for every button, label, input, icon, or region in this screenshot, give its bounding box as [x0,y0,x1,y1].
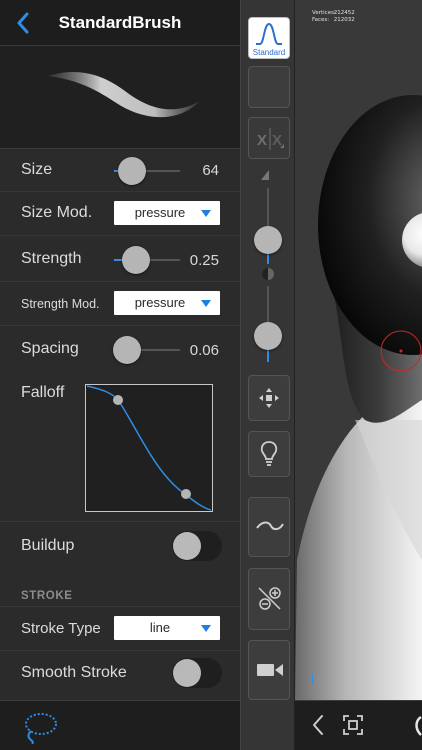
frame-focus-icon[interactable] [343,715,363,735]
strength-label: Strength [21,250,82,267]
mesh-stats: Vertices: 212452 Faces: 212032 [312,10,355,24]
stroke-type-value: line [149,620,171,635]
intensity-icon [262,268,274,280]
dropdown-arrow-icon [201,300,211,307]
falloff-curve-editor[interactable] [85,384,213,512]
buildup-toggle[interactable] [172,531,222,561]
dropdown-arrow-icon [201,625,211,632]
spacing-value: 0.06 [189,342,219,359]
standard-brush-button[interactable]: Standard [248,17,290,59]
falloff-control-point[interactable] [181,489,191,499]
stroke-section-header: STROKE [21,590,73,602]
faces-value: 212032 [333,17,355,23]
standard-brush-label: Standard [252,48,286,57]
buildup-label: Buildup [21,537,75,554]
standard-brush-icon [256,22,282,45]
smooth-stroke-toggle[interactable] [172,658,222,688]
top-vertical-slider-knob[interactable] [254,226,282,254]
size-mod-row: Size Mod. pressure [0,192,240,236]
strength-mod-row: Strength Mod. pressure [0,282,240,326]
move-button[interactable] [248,375,290,421]
stroke-curve-button[interactable] [248,497,290,557]
symmetry-button[interactable]: X X [248,117,290,159]
light-button[interactable] [248,431,290,477]
vertices-label: Vertices: [312,10,336,16]
strength-mod-label: Strength Mod. [21,297,100,311]
smooth-stroke-label: Smooth Stroke [21,664,127,681]
stroke-type-label: Stroke Type [21,620,101,637]
chevron-left-icon [17,12,29,34]
size-slider-knob[interactable] [118,157,146,185]
size-mod-label: Size Mod. [21,204,93,221]
tool-column: Standard X X [240,0,295,750]
lasso-icon[interactable] [22,710,60,744]
dropdown-arrow-icon [201,210,211,217]
panel-footer [0,700,240,750]
strength-row: Strength 0.25 [0,236,240,282]
svg-text:X: X [272,132,282,149]
spacing-label: Spacing [21,340,79,357]
panel-header: StandardBrush [0,0,240,46]
smooth-stroke-toggle-knob [173,659,201,687]
brush-settings-panel: StandardBrush Size 64 Size Mod. pressure… [0,0,240,750]
falloff-control-point[interactable] [113,395,123,405]
strength-mod-value: pressure [134,295,186,310]
size-value: 64 [202,162,219,179]
sculpt-viewport[interactable]: Vertices: 212452 Faces: 212032 [295,0,422,700]
stroke-type-select[interactable]: line [114,616,220,640]
spacing-row: Spacing 0.06 [0,326,240,372]
strength-value: 0.25 [189,252,219,269]
radius-slider-top-icon [261,170,269,180]
svg-text:X: X [257,132,267,149]
size-row: Size 64 [0,150,240,192]
mask-icon [258,587,281,610]
size-mod-select[interactable]: pressure [114,201,220,225]
lightbulb-icon [260,441,278,466]
falloff-label: Falloff [21,384,65,401]
buildup-row: Buildup [0,522,240,568]
chevron-left-icon[interactable] [311,714,325,736]
strength-slider-knob[interactable] [122,246,150,274]
mask-button[interactable] [248,568,290,630]
size-mod-value: pressure [134,205,186,220]
vertices-value: 212452 [333,10,355,16]
symmetry-icon: X X [257,128,284,150]
smooth-stroke-row: Smooth Stroke [0,651,240,697]
size-label: Size [21,161,53,178]
brush-stroke-preview [0,46,240,149]
falloff-row: Falloff [0,372,240,522]
undo-icon[interactable] [413,715,422,737]
spacing-slider-knob[interactable] [113,336,141,364]
empty-tool-button[interactable] [248,66,290,108]
camera-button[interactable] [248,640,290,700]
strength-mod-select[interactable]: pressure [114,291,220,315]
buildup-toggle-knob [173,532,201,560]
viewport-footer [295,700,422,750]
pivot-marker [312,674,313,684]
stroke-type-row: Stroke Type line [0,607,240,651]
move-arrows-icon [259,388,279,408]
brush-cursor-ring [380,330,422,372]
back-button[interactable] [8,8,38,38]
bottom-vertical-slider-knob[interactable] [254,322,282,350]
camera-icon [257,664,283,676]
stroke-curve-icon [256,521,284,531]
faces-label: Faces: [312,17,330,23]
